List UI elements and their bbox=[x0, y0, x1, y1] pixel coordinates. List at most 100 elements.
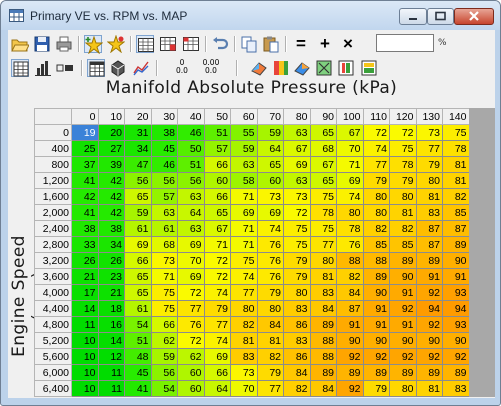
table-cell[interactable]: 23 bbox=[97, 268, 125, 285]
row-header[interactable]: 4,400 bbox=[34, 300, 72, 317]
table-cell[interactable]: 10 bbox=[71, 348, 99, 365]
row-header[interactable]: 400 bbox=[34, 140, 72, 157]
table-cell[interactable]: 38 bbox=[97, 220, 125, 237]
table-cell[interactable]: 37 bbox=[71, 156, 99, 173]
table-cell[interactable]: 85 bbox=[362, 236, 390, 253]
table-cell[interactable]: 59 bbox=[230, 140, 258, 157]
table-cell[interactable]: 65 bbox=[309, 172, 337, 189]
table-cell[interactable]: 14 bbox=[71, 300, 99, 317]
table-cell[interactable]: 83 bbox=[283, 300, 311, 317]
table-cell[interactable]: 80 bbox=[230, 300, 258, 317]
table-cell[interactable]: 74 bbox=[203, 332, 231, 349]
row-header[interactable]: 6,000 bbox=[34, 364, 72, 381]
grid-icon[interactable] bbox=[11, 59, 29, 77]
table-cell[interactable]: 77 bbox=[415, 140, 443, 157]
star-add-icon[interactable] bbox=[84, 35, 103, 54]
table-cell[interactable]: 71 bbox=[150, 268, 178, 285]
table-cell[interactable]: 65 bbox=[203, 204, 231, 221]
table-cell[interactable]: 11 bbox=[71, 316, 99, 333]
maximize-button[interactable] bbox=[427, 8, 454, 25]
table-cell[interactable]: 19 bbox=[71, 124, 99, 141]
table-cell[interactable]: 75 bbox=[389, 140, 417, 157]
table-cell[interactable]: 20 bbox=[97, 124, 125, 141]
table-cell[interactable]: 56 bbox=[150, 364, 178, 381]
table-cell[interactable]: 83 bbox=[230, 348, 258, 365]
table-cell[interactable]: 91 bbox=[389, 284, 417, 301]
table-cell[interactable]: 21 bbox=[97, 284, 125, 301]
table-cell[interactable]: 64 bbox=[203, 380, 231, 397]
table-cell[interactable]: 88 bbox=[362, 252, 390, 269]
table-cell[interactable]: 73 bbox=[415, 124, 443, 141]
table-cell[interactable]: 75 bbox=[150, 300, 178, 317]
table-cell[interactable]: 76 bbox=[256, 268, 284, 285]
table-cell[interactable]: 58 bbox=[230, 172, 258, 189]
table-cell[interactable]: 68 bbox=[309, 140, 337, 157]
row-header[interactable]: 4,000 bbox=[34, 284, 72, 301]
table-cell[interactable]: 27 bbox=[97, 140, 125, 157]
table-cell[interactable]: 63 bbox=[177, 188, 205, 205]
column-header[interactable]: 110 bbox=[362, 108, 390, 125]
table-cell[interactable]: 72 bbox=[203, 268, 231, 285]
ve-table[interactable]: 0 10 20 30 40 50 60 70 80 90 100 110 120 130 140 0 19 20… bbox=[34, 108, 470, 397]
table-edit-icon[interactable] bbox=[159, 35, 177, 53]
folder-open-icon[interactable] bbox=[11, 35, 29, 53]
table-cell[interactable]: 74 bbox=[362, 140, 390, 157]
table-cell[interactable]: 57 bbox=[203, 140, 231, 157]
table-cell[interactable]: 46 bbox=[150, 156, 178, 173]
table-cell[interactable]: 69 bbox=[336, 172, 364, 189]
table-cell[interactable]: 79 bbox=[283, 268, 311, 285]
table-cell[interactable]: 59 bbox=[150, 348, 178, 365]
table-cell[interactable]: 93 bbox=[442, 316, 470, 333]
table-cell[interactable]: 73 bbox=[256, 188, 284, 205]
column-header[interactable]: 30 bbox=[150, 108, 178, 125]
table-cell[interactable]: 57 bbox=[150, 188, 178, 205]
table-cell[interactable]: 71 bbox=[230, 220, 258, 237]
copy-icon[interactable] bbox=[240, 35, 258, 53]
table-cell[interactable]: 89 bbox=[362, 364, 390, 381]
table-cell[interactable]: 74 bbox=[230, 268, 258, 285]
column-header[interactable]: 120 bbox=[389, 108, 417, 125]
table-cell[interactable]: 26 bbox=[71, 252, 99, 269]
table-cell[interactable]: 91 bbox=[415, 268, 443, 285]
table-cell[interactable]: 75 bbox=[283, 236, 311, 253]
table-cell[interactable]: 85 bbox=[442, 204, 470, 221]
table-cell[interactable]: 77 bbox=[309, 236, 337, 253]
table-cell[interactable]: 89 bbox=[415, 252, 443, 269]
column-header[interactable]: 10 bbox=[97, 108, 125, 125]
table-cell[interactable]: 90 bbox=[442, 332, 470, 349]
table-cell[interactable]: 81 bbox=[442, 172, 470, 189]
table-cell[interactable]: 81 bbox=[309, 268, 337, 285]
table-cell[interactable]: 92 bbox=[389, 348, 417, 365]
table-cell[interactable]: 76 bbox=[336, 236, 364, 253]
table-cell[interactable]: 89 bbox=[442, 236, 470, 253]
table-cell[interactable]: 83 bbox=[415, 204, 443, 221]
table-cell[interactable]: 78 bbox=[336, 220, 364, 237]
table-cell[interactable]: 79 bbox=[256, 364, 284, 381]
table-cell[interactable]: 60 bbox=[177, 380, 205, 397]
table-cell[interactable]: 91 bbox=[336, 316, 364, 333]
table-cell[interactable]: 77 bbox=[203, 316, 231, 333]
table-cell[interactable]: 45 bbox=[150, 140, 178, 157]
table-cell[interactable]: 73 bbox=[283, 188, 311, 205]
table-cell[interactable]: 41 bbox=[124, 380, 152, 397]
table-icon[interactable] bbox=[87, 59, 105, 77]
table-cell[interactable]: 89 bbox=[389, 364, 417, 381]
table-cell[interactable]: 83 bbox=[309, 284, 337, 301]
print-icon[interactable] bbox=[55, 35, 73, 53]
table-cell[interactable]: 89 bbox=[362, 268, 390, 285]
table-cell[interactable]: 89 bbox=[309, 364, 337, 381]
table-cell[interactable]: 17 bbox=[71, 284, 99, 301]
table-cell[interactable]: 65 bbox=[309, 124, 337, 141]
table-cell[interactable]: 56 bbox=[177, 172, 205, 189]
table-cell[interactable]: 89 bbox=[309, 316, 337, 333]
table-cell[interactable]: 91 bbox=[362, 316, 390, 333]
table-cell[interactable]: 38 bbox=[150, 124, 178, 141]
table-cell[interactable]: 75 bbox=[150, 284, 178, 301]
table-cell[interactable]: 41 bbox=[71, 204, 99, 221]
table-corner[interactable] bbox=[34, 108, 72, 125]
column-header[interactable]: 130 bbox=[415, 108, 443, 125]
table-cell[interactable]: 75 bbox=[442, 124, 470, 141]
table-cell[interactable]: 91 bbox=[362, 300, 390, 317]
table-cell[interactable]: 90 bbox=[389, 332, 417, 349]
table-cell[interactable]: 69 bbox=[256, 204, 284, 221]
